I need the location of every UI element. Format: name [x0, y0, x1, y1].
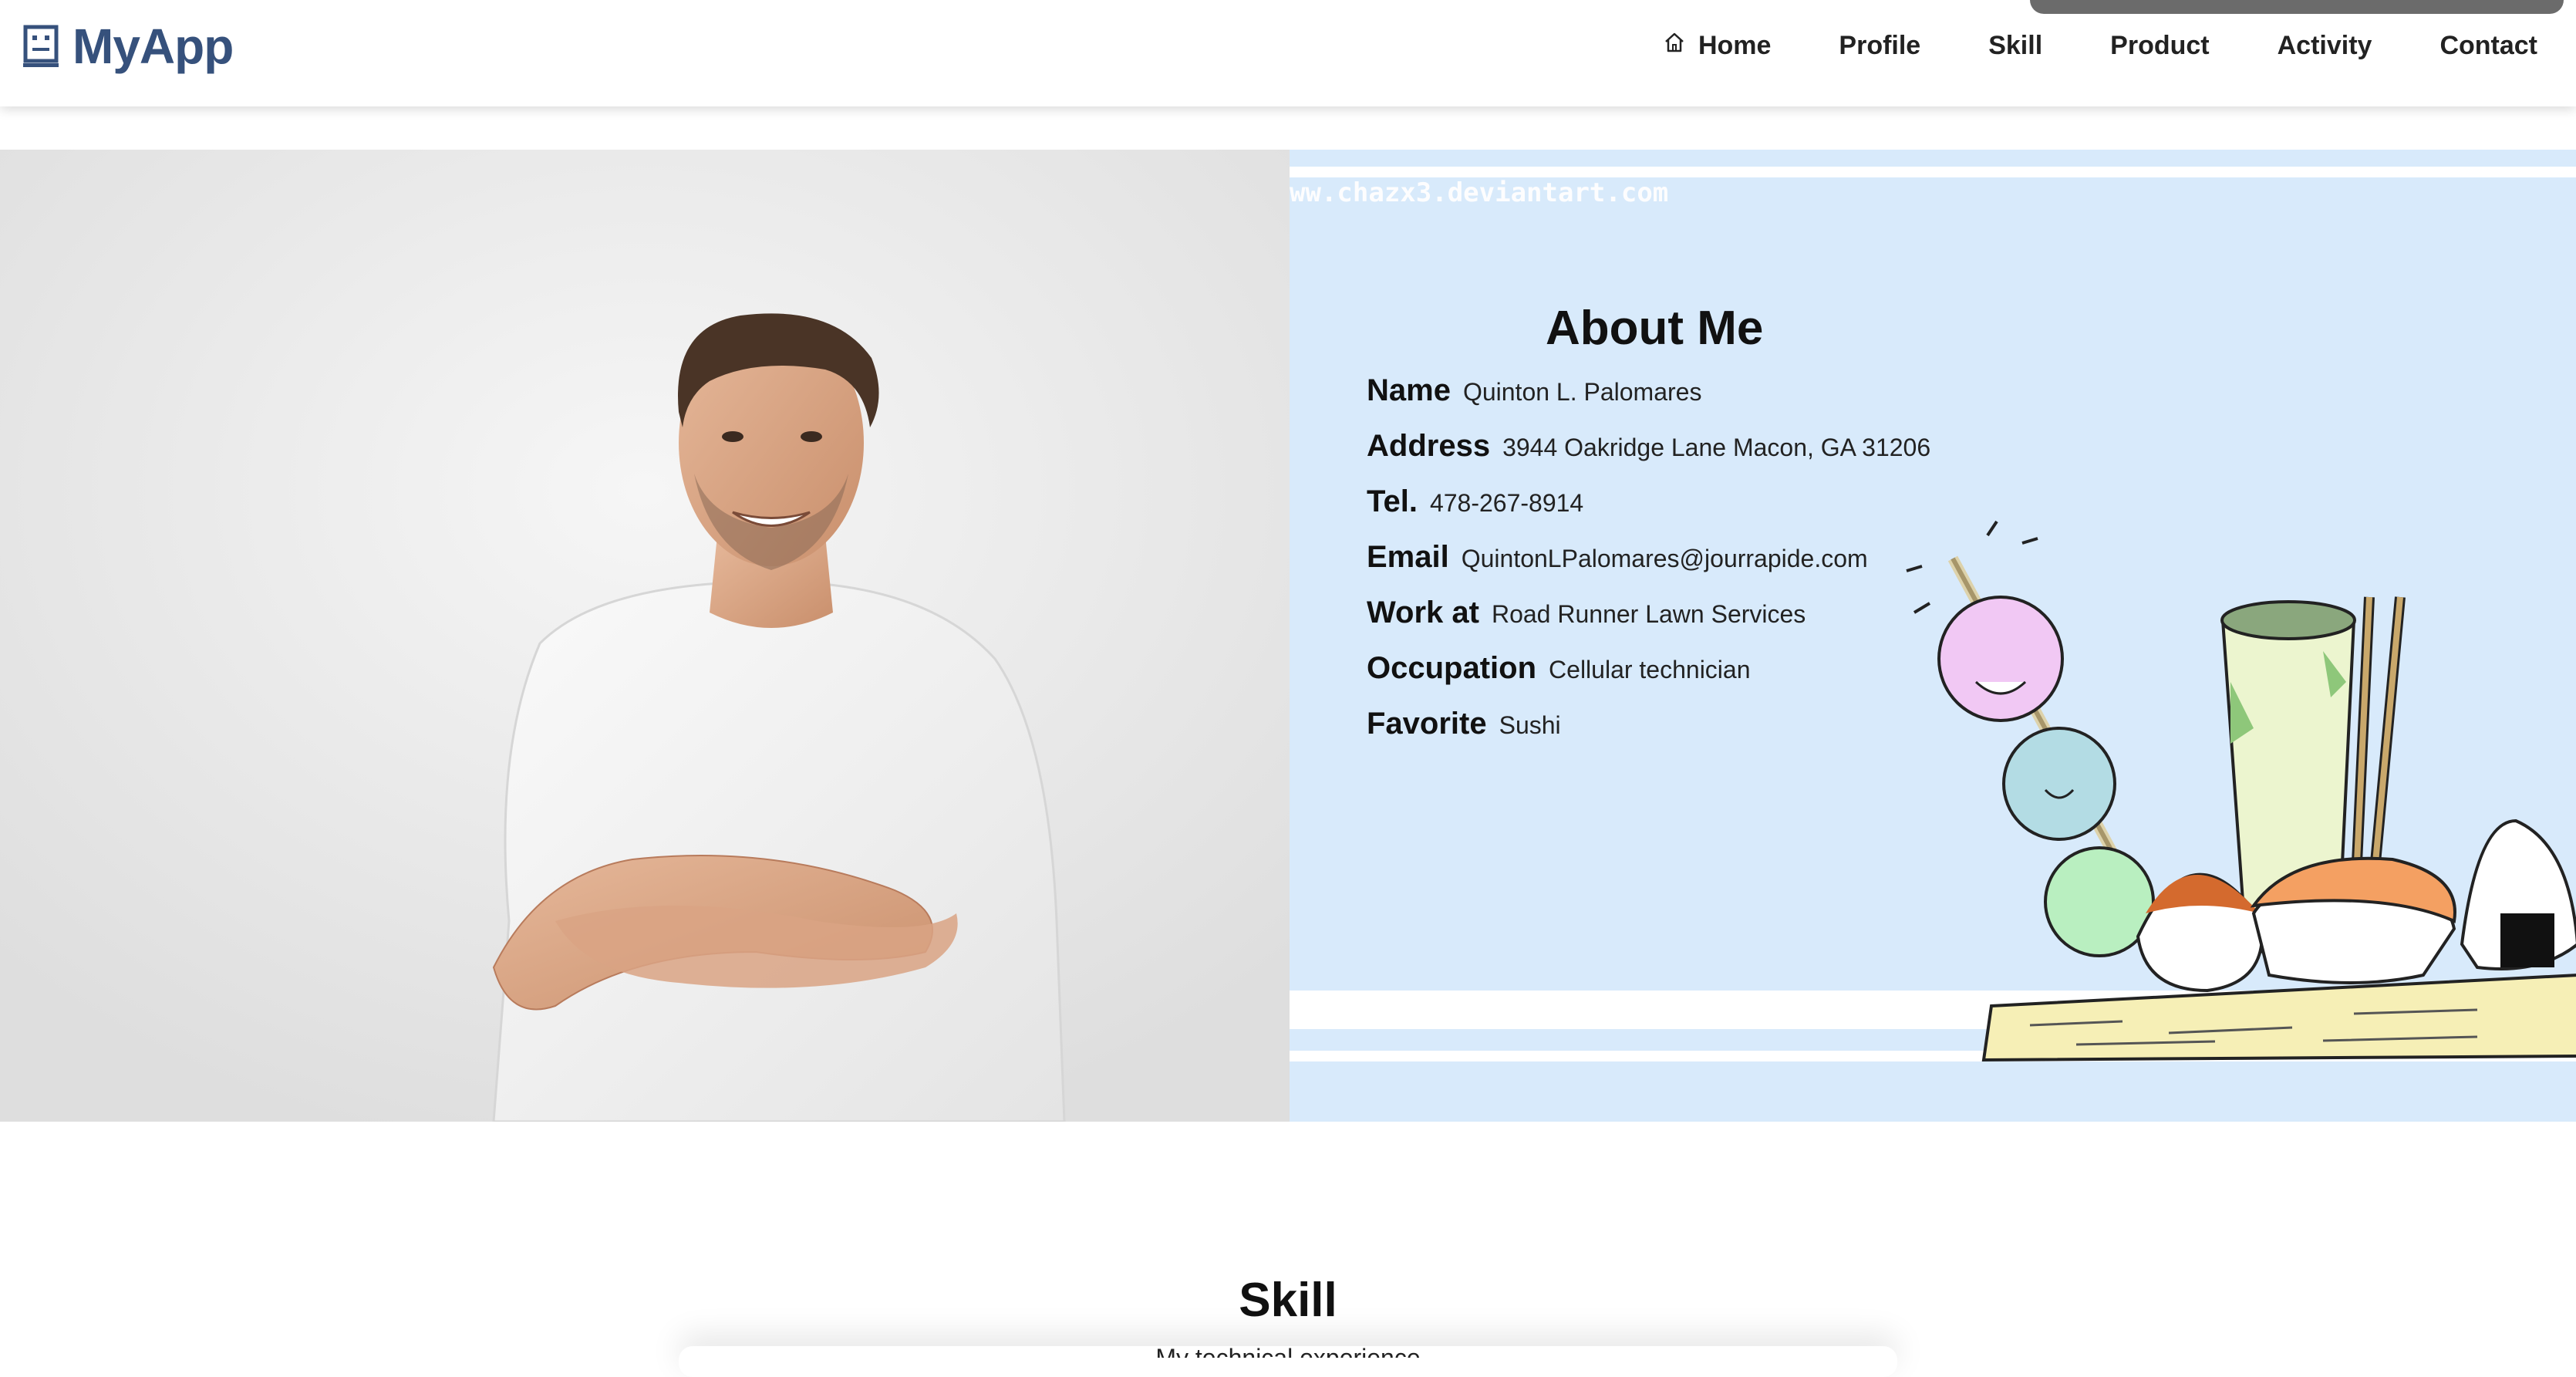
- about-title: About Me: [1546, 302, 1764, 355]
- detail-value: Cellular technician: [1549, 656, 1751, 683]
- nav-product-label: Product: [2110, 31, 2210, 60]
- profile-photo: [0, 150, 1290, 1122]
- nav-contact-label: Contact: [2439, 31, 2537, 60]
- skill-subtitle: My technical experience: [1155, 1344, 1421, 1358]
- detail-row-work: Work at Road Runner Lawn Services: [1367, 596, 1930, 651]
- main-nav: Home Profile Skill Product Activity Cont…: [1663, 31, 2537, 61]
- detail-row-name: Name Quinton L. Palomares: [1367, 373, 1930, 429]
- sushi-illustration: [1906, 520, 2576, 1062]
- nav-profile-label: Profile: [1839, 31, 1921, 60]
- detail-row-favorite: Favorite Sushi: [1367, 707, 1930, 762]
- app-name: MyApp: [72, 19, 234, 74]
- about-card: ww.chazx3.deviantart.com About Me Name Q…: [1290, 150, 2576, 1122]
- detail-label: Email: [1367, 540, 1449, 574]
- window-top-tab: [2030, 0, 2564, 14]
- detail-value: 3944 Oakridge Lane Macon, GA 31206: [1502, 434, 1931, 461]
- watermark-text: ww.chazx3.deviantart.com: [1290, 177, 1669, 208]
- detail-label: Address: [1367, 429, 1491, 463]
- nav-activity[interactable]: Activity: [2278, 31, 2372, 61]
- detail-value: Quinton L. Palomares: [1462, 378, 1702, 406]
- detail-label: Name: [1367, 373, 1451, 407]
- detail-value: 478-267-8914: [1429, 489, 1584, 517]
- top-navbar: MyApp Home Profile Skill Product Activit…: [0, 0, 2576, 106]
- nav-contact[interactable]: Contact: [2439, 31, 2537, 61]
- nav-home-label: Home: [1698, 31, 1772, 60]
- nav-activity-label: Activity: [2277, 31, 2372, 60]
- detail-value: Sushi: [1499, 711, 1561, 739]
- app-logo-icon: [23, 25, 59, 68]
- panel-stripe: [1290, 167, 2576, 177]
- detail-label: Work at: [1367, 596, 1479, 629]
- detail-value: Road Runner Lawn Services: [1491, 600, 1806, 628]
- detail-label: Occupation: [1367, 651, 1537, 685]
- detail-row-email: Email QuintonLPalomares@jourrapide.com: [1367, 540, 1930, 596]
- nav-profile[interactable]: Profile: [1839, 31, 1920, 61]
- detail-row-address: Address 3944 Oakridge Lane Macon, GA 312…: [1367, 429, 1930, 484]
- about-section: ww.chazx3.deviantart.com About Me Name Q…: [0, 150, 2576, 1122]
- skill-section-title: Skill: [1239, 1274, 1337, 1327]
- home-icon: [1663, 31, 1686, 61]
- detail-row-occupation: Occupation Cellular technician: [1367, 651, 1930, 707]
- about-details: Name Quinton L. Palomares Address 3944 O…: [1367, 373, 1930, 762]
- detail-value: QuintonLPalomares@jourrapide.com: [1461, 545, 1868, 572]
- detail-label: Favorite: [1367, 707, 1487, 741]
- detail-row-tel: Tel. 478-267-8914: [1367, 484, 1930, 540]
- nav-home[interactable]: Home: [1663, 31, 1771, 61]
- nav-product[interactable]: Product: [2110, 31, 2209, 61]
- detail-label: Tel.: [1367, 484, 1418, 518]
- nav-skill[interactable]: Skill: [1988, 31, 2042, 61]
- app-logo[interactable]: MyApp: [23, 19, 234, 74]
- nav-skill-label: Skill: [1988, 31, 2043, 60]
